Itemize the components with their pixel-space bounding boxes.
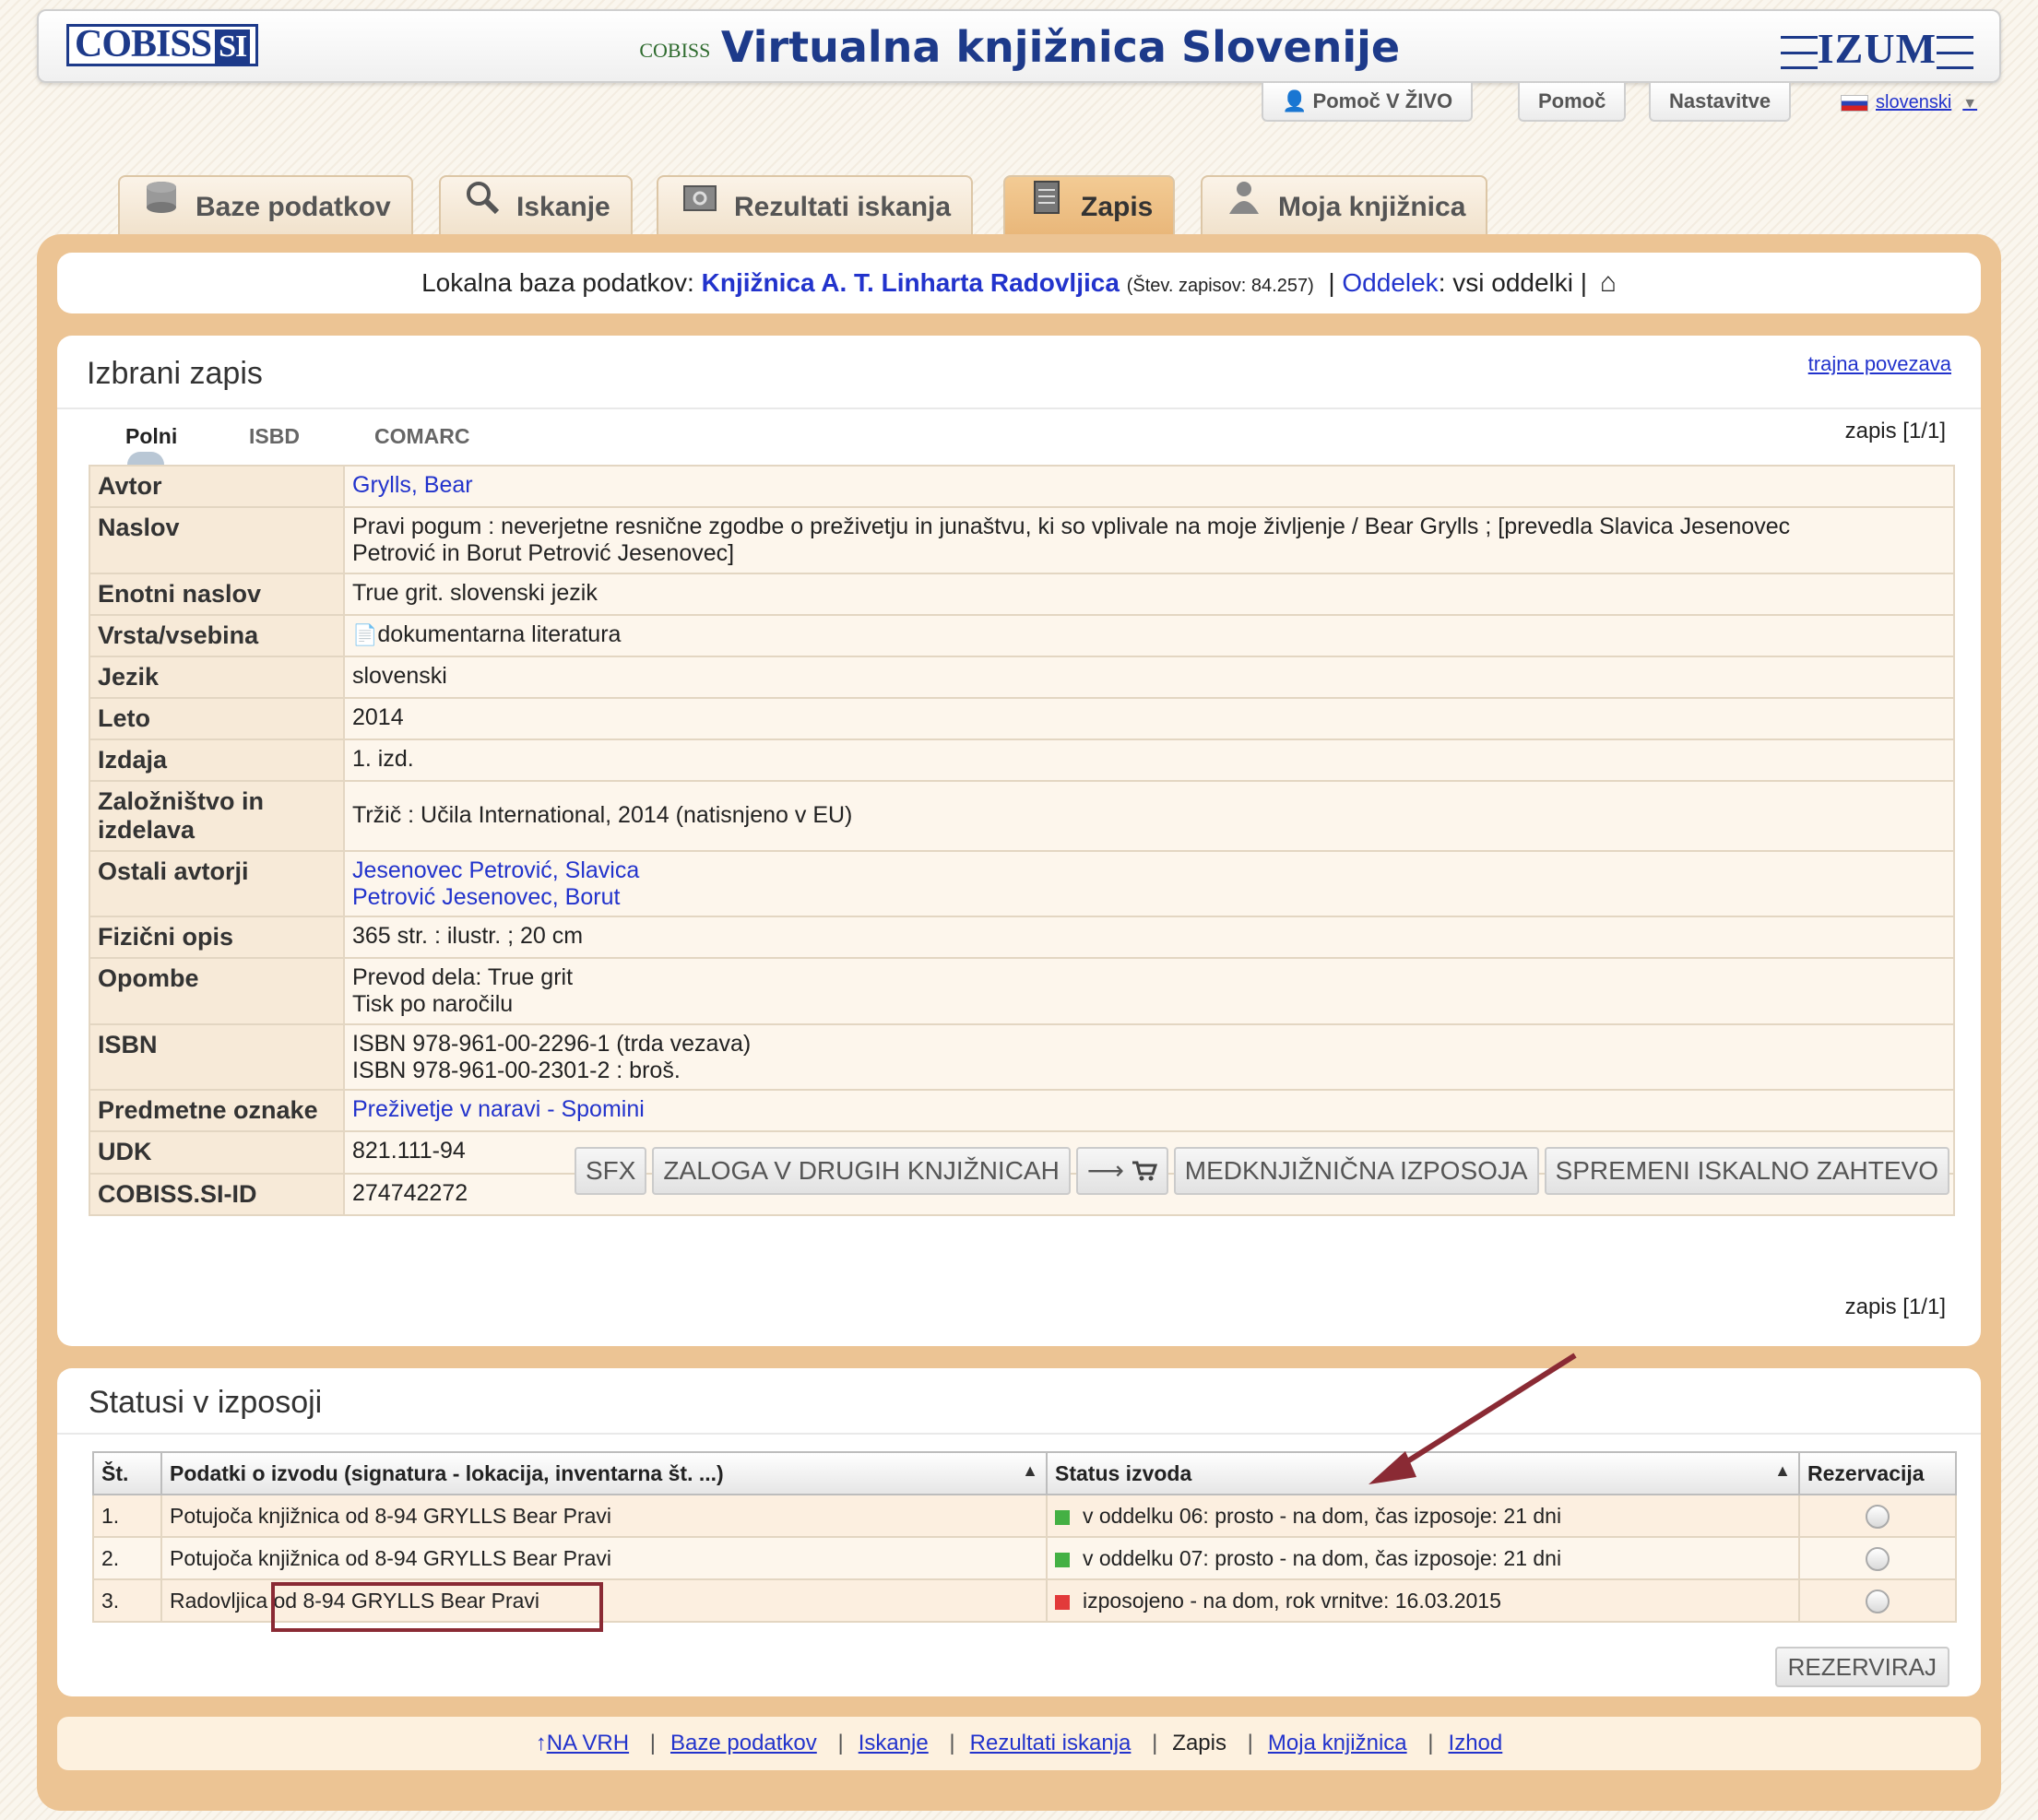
reserve-button[interactable]: REZERVIRAJ bbox=[1774, 1647, 1949, 1687]
selected-record-panel: Izbrani zapis trajna povezava Polni ISBD… bbox=[57, 336, 1981, 1346]
table-row: Izdaja 1. izd. bbox=[89, 738, 1955, 782]
site-title: COBISS Virtualna knjižnica Slovenije bbox=[639, 22, 1401, 72]
record-actions: SFX ZALOGA V DRUGIH KNJIŽNICAH ⟶ MEDKNJI… bbox=[574, 1147, 1949, 1195]
database-icon bbox=[140, 177, 183, 234]
tab-databases[interactable]: Baze podatkov bbox=[118, 175, 413, 234]
column-header[interactable]: Status izvoda ▲ bbox=[1046, 1451, 1800, 1495]
language-select[interactable]: slovenski ▼ bbox=[1841, 92, 1977, 113]
table-row: 2. Potujoča knjižnica od 8-94 GRYLLS Bea… bbox=[92, 1536, 1957, 1580]
izum-lines-icon bbox=[1937, 36, 1973, 70]
loan-status-panel: Statusi v izposoji Št. Podatki o izvodu … bbox=[57, 1368, 1981, 1696]
sort-icon[interactable]: ▲ bbox=[1022, 1461, 1038, 1481]
status-available-icon bbox=[1055, 1552, 1070, 1567]
table-header: Št. Podatki o izvodu (signatura - lokaci… bbox=[92, 1451, 1957, 1495]
database-info-bar: Lokalna baza podatkov: Knjižnica A. T. L… bbox=[57, 253, 1981, 313]
footer-link-search[interactable]: Iskanje bbox=[859, 1731, 929, 1755]
document-icon: 📄 bbox=[352, 622, 378, 646]
divider bbox=[57, 1433, 1981, 1435]
tab-search[interactable]: Iskanje bbox=[439, 175, 633, 234]
annotation-highlight-box bbox=[271, 1582, 603, 1632]
other-author-link[interactable]: Jesenovec Petrović, Slavica bbox=[352, 857, 1946, 884]
home-icon[interactable]: ⌂ bbox=[1600, 253, 1617, 313]
table-row: Leto 2014 bbox=[89, 696, 1955, 740]
divider bbox=[57, 408, 1981, 409]
record-icon bbox=[1025, 177, 1068, 234]
user-icon bbox=[1223, 177, 1265, 234]
author-link[interactable]: Grylls, Bear bbox=[343, 464, 1955, 509]
table-row: Enotni naslov True grit. slovenski jezik bbox=[89, 572, 1955, 616]
table-row: Fizični opis 365 str. : ilustr. ; 20 cm bbox=[89, 916, 1955, 960]
interlibrary-loan-button[interactable]: MEDKNJIŽNIČNA IZPOSOJA bbox=[1173, 1147, 1539, 1195]
table-row: Naslov Pravi pogum : neverjetne resnične… bbox=[89, 506, 1955, 574]
record-table: Avtor Grylls, Bear Naslov Pravi pogum : … bbox=[89, 464, 1955, 1216]
table-row: 1. Potujoča knjižnica od 8-94 GRYLLS Bea… bbox=[92, 1494, 1957, 1538]
table-row: Opombe Prevod dela: True grit Tisk po nar… bbox=[89, 957, 1955, 1025]
status-loaned-icon bbox=[1055, 1594, 1070, 1610]
table-row: ISBN ISBN 978-961-00-2296-1 (trda vezava… bbox=[89, 1022, 1955, 1092]
reserve-radio[interactable] bbox=[1866, 1504, 1890, 1529]
record-counter-bottom: zapis [1/1] bbox=[1844, 1294, 1946, 1319]
permalink-link[interactable]: trajna povezava bbox=[1808, 352, 1951, 376]
table-row: Avtor Grylls, Bear bbox=[89, 464, 1955, 509]
department-link[interactable]: Oddelek bbox=[1342, 268, 1438, 297]
library-link[interactable]: Knjižnica A. T. Linharta Radovljica bbox=[702, 268, 1120, 297]
izum-logo[interactable]: IZUM bbox=[1780, 24, 1973, 73]
table-row: Predmetne oznake Preživetje v naravi - S… bbox=[89, 1089, 1955, 1133]
results-folder-icon bbox=[679, 177, 721, 234]
table-row: Založništvo in izdelava Tržič : Učila In… bbox=[89, 779, 1955, 852]
footer-link-databases[interactable]: Baze podatkov bbox=[670, 1731, 817, 1755]
subject-link[interactable]: Spomini bbox=[561, 1096, 644, 1122]
footer-current: Zapis bbox=[1172, 1731, 1226, 1755]
tab-record[interactable]: Zapis bbox=[1003, 175, 1176, 234]
main-frame: Lokalna baza podatkov: Knjižnica A. T. L… bbox=[37, 234, 2001, 1811]
person-icon: 👤 bbox=[1282, 89, 1308, 112]
sort-icon[interactable]: ▲ bbox=[1774, 1461, 1791, 1481]
tab-format-isbd[interactable]: ISBD bbox=[249, 424, 300, 449]
record-count: (Štev. zapisov: 84.257) bbox=[1126, 276, 1314, 296]
tab-format-full[interactable]: Polni bbox=[125, 424, 177, 449]
other-author-link[interactable]: Petrović Jesenovec, Borut bbox=[352, 884, 1946, 911]
active-format-indicator bbox=[127, 452, 164, 465]
cart-icon bbox=[1132, 1161, 1157, 1181]
arrow-up-icon: ↑ bbox=[535, 1731, 547, 1755]
magnifier-icon bbox=[461, 177, 504, 234]
slovenian-flag-icon bbox=[1841, 94, 1868, 112]
help-button[interactable]: Pomoč bbox=[1518, 83, 1627, 122]
record-counter: zapis [1/1] bbox=[1844, 419, 1946, 443]
tab-format-comarc[interactable]: COMARC bbox=[374, 424, 470, 449]
izum-lines-icon bbox=[1780, 36, 1818, 70]
chevron-down-icon: ▼ bbox=[1962, 96, 1978, 112]
footer-link-my-library[interactable]: Moja knjižnica bbox=[1268, 1731, 1407, 1755]
table-row: Vrsta/vsebina 📄dokumentarna literatura bbox=[89, 613, 1955, 657]
column-header: Rezervacija bbox=[1798, 1451, 1957, 1495]
footer-link-results[interactable]: Rezultati iskanja bbox=[970, 1731, 1132, 1755]
add-to-cart-button[interactable]: ⟶ bbox=[1075, 1147, 1168, 1195]
table-row: Jezik slovenski bbox=[89, 655, 1955, 699]
holdings-button[interactable]: ZALOGA V DRUGIH KNJIŽNICAH bbox=[652, 1147, 1071, 1195]
status-available-icon bbox=[1055, 1509, 1070, 1525]
reserve-radio[interactable] bbox=[1866, 1589, 1890, 1613]
column-header[interactable]: Št. bbox=[92, 1451, 162, 1495]
tab-results[interactable]: Rezultati iskanja bbox=[657, 175, 974, 234]
reserve-radio[interactable] bbox=[1866, 1546, 1890, 1571]
panel-title: Izbrani zapis bbox=[87, 356, 263, 391]
sfx-button[interactable]: SFX bbox=[574, 1147, 647, 1195]
footer-nav: ↑NA VRH | Baze podatkov | Iskanje | Rezulta… bbox=[57, 1717, 1981, 1770]
live-help-button[interactable]: 👤 Pomoč V ŽIVO bbox=[1262, 83, 1474, 122]
footer-link-top[interactable]: NA VRH bbox=[547, 1731, 629, 1755]
arrow-right-icon: ⟶ bbox=[1086, 1156, 1124, 1185]
footer-link-exit[interactable]: Izhod bbox=[1449, 1731, 1503, 1755]
tab-my-library[interactable]: Moja knjižnica bbox=[1201, 175, 1488, 234]
modify-search-button[interactable]: SPREMENI ISKALNO ZAHTEVO bbox=[1544, 1147, 1949, 1195]
cobiss-book-icon: COBISS bbox=[639, 38, 711, 62]
settings-button[interactable]: Nastavitve bbox=[1649, 83, 1792, 122]
panel-title: Statusi v izposoji bbox=[89, 1385, 323, 1420]
site-header: COBISS SI COBISS Virtualna knjižnica Slove… bbox=[37, 9, 2001, 83]
table-row: Ostali avtorji Jesenovec Petrović, Slavi… bbox=[89, 849, 1955, 918]
subject-link[interactable]: Preživetje v naravi bbox=[352, 1096, 540, 1122]
column-header[interactable]: Podatki o izvodu (signatura - lokacija, … bbox=[160, 1451, 1048, 1495]
